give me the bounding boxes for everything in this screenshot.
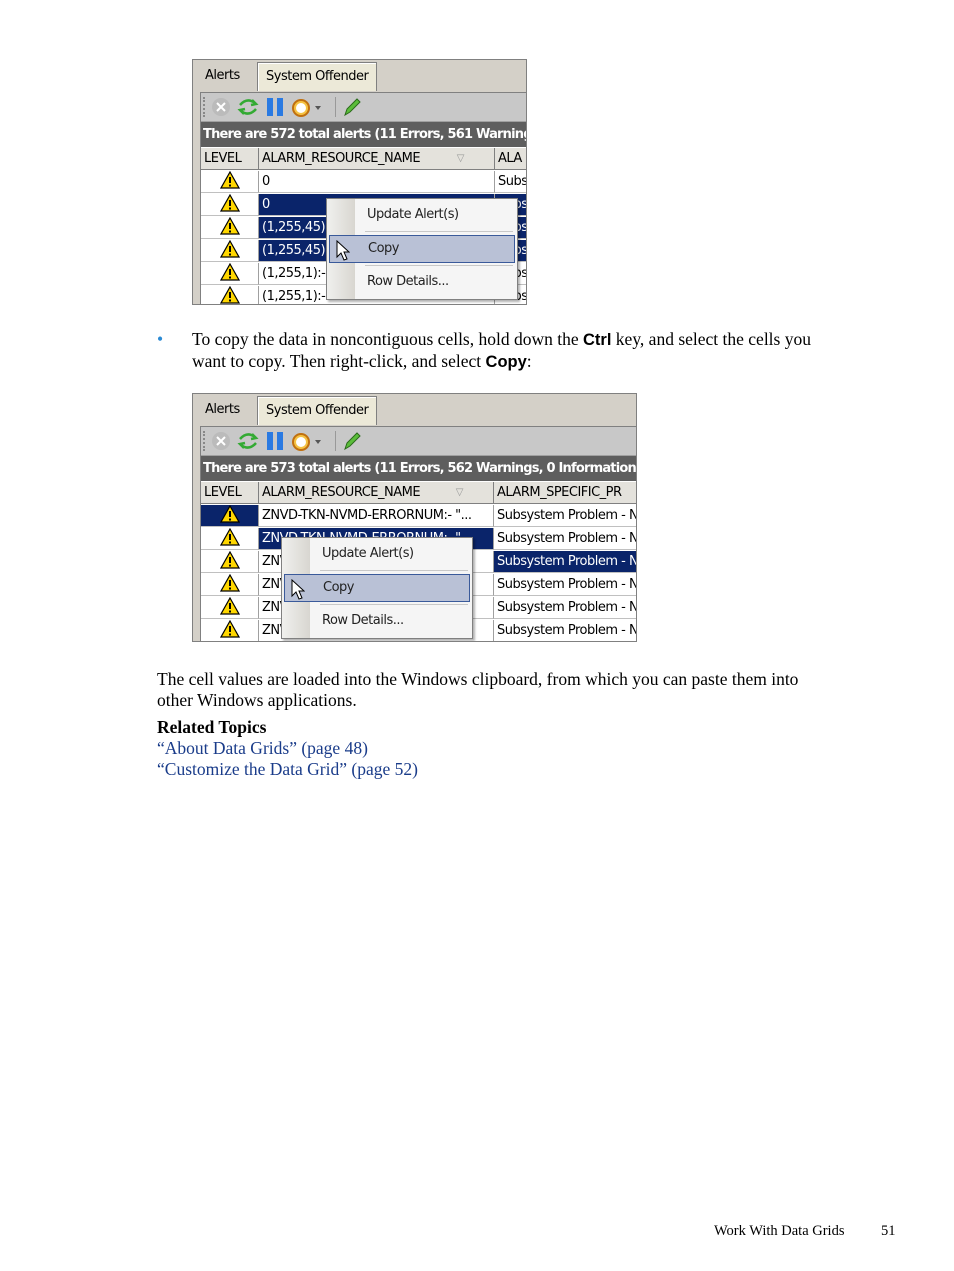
resource-name-cell[interactable]: 0 bbox=[259, 171, 495, 193]
context-menu: Update Alert(s) Copy Row Details... bbox=[281, 537, 473, 639]
level-cell[interactable] bbox=[201, 194, 259, 216]
menu-item-row-details[interactable]: Row Details... bbox=[329, 269, 515, 295]
footer-section: Work With Data Grids bbox=[714, 1223, 845, 1239]
warning-icon bbox=[219, 528, 240, 549]
level-cell[interactable] bbox=[201, 263, 259, 285]
alarm-specific-cell[interactable]: Subsystem Problem - N bbox=[494, 574, 636, 596]
tab-system-offender[interactable]: System Offender bbox=[257, 62, 378, 91]
alarm-clock-icon[interactable] bbox=[291, 431, 323, 451]
table-row[interactable]: ZNVD-TKN-NVMD-ERRORNUM:- "... Subsystem … bbox=[201, 505, 636, 528]
alerts-summary: There are 572 total alerts (11 Errors, 5… bbox=[201, 122, 526, 147]
alarm-specific-cell[interactable]: Subsystem Problem - N bbox=[494, 505, 636, 527]
clear-icon[interactable] bbox=[211, 431, 231, 451]
tab-system-offender[interactable]: System Offender bbox=[257, 396, 378, 425]
resource-name-cell[interactable]: ZNVD-TKN-NVMD-ERRORNUM:- "... bbox=[259, 505, 494, 527]
link-about-data-grids[interactable]: “About Data Grids” (page 48) bbox=[157, 738, 368, 759]
column-header-alarm-resource-name[interactable]: ALARM_RESOURCE_NAME ▽ bbox=[259, 482, 494, 504]
grid-header: LEVEL ALARM_RESOURCE_NAME ▽ ALA bbox=[201, 148, 526, 171]
level-cell[interactable] bbox=[201, 620, 259, 641]
toolbar bbox=[201, 427, 636, 456]
screenshot-alerts-grid-2: Alerts System Offender There are 573 tot… bbox=[192, 393, 637, 642]
menu-item-update-alerts[interactable]: Update Alert(s) bbox=[329, 202, 515, 228]
grip-icon bbox=[203, 97, 209, 117]
warning-icon bbox=[219, 574, 240, 595]
clear-icon[interactable] bbox=[211, 97, 231, 117]
column-header-alarm-specific[interactable]: ALARM_SPECIFIC_PR bbox=[494, 482, 636, 504]
alarm-specific-cell[interactable]: Subs bbox=[495, 171, 526, 193]
level-cell[interactable] bbox=[201, 597, 259, 619]
sort-icon: ▽ bbox=[455, 487, 464, 498]
document-page: Alerts System Offender There are 572 tot… bbox=[0, 0, 954, 1271]
menu-item-row-details[interactable]: Row Details... bbox=[284, 608, 470, 634]
alerts-summary: There are 573 total alerts (11 Errors, 5… bbox=[201, 456, 636, 481]
alarm-specific-cell[interactable]: Subsystem Problem - N bbox=[494, 620, 636, 641]
link-customize-data-grid[interactable]: “Customize the Data Grid” (page 52) bbox=[157, 759, 418, 780]
edit-pencil-icon[interactable] bbox=[335, 431, 362, 451]
menu-item-update-alerts[interactable]: Update Alert(s) bbox=[284, 541, 470, 567]
warning-icon bbox=[219, 505, 240, 526]
warning-icon bbox=[219, 240, 240, 261]
warning-icon bbox=[219, 597, 240, 618]
level-cell[interactable] bbox=[201, 217, 259, 239]
edit-pencil-icon[interactable] bbox=[335, 97, 362, 117]
warning-icon bbox=[219, 217, 240, 238]
tab-alerts[interactable]: Alerts bbox=[197, 396, 248, 424]
tab-alerts[interactable]: Alerts bbox=[197, 62, 248, 90]
table-row[interactable]: 0 Subs bbox=[201, 171, 526, 194]
grid-header: LEVEL ALARM_RESOURCE_NAME ▽ ALARM_SPECIFI… bbox=[201, 482, 636, 505]
alarm-specific-cell[interactable]: Subsystem Problem - N bbox=[494, 597, 636, 619]
warning-icon bbox=[219, 551, 240, 572]
menu-item-copy[interactable]: Copy bbox=[329, 235, 515, 263]
alarm-specific-cell[interactable]: Subsystem Problem - N bbox=[494, 551, 636, 573]
level-cell[interactable] bbox=[201, 286, 259, 304]
refresh-icon[interactable] bbox=[237, 97, 259, 117]
pause-icon[interactable] bbox=[265, 431, 285, 451]
column-header-level[interactable]: LEVEL bbox=[201, 148, 259, 170]
menu-separator bbox=[365, 231, 513, 232]
grip-icon bbox=[203, 431, 209, 451]
warning-icon bbox=[219, 171, 240, 192]
column-header-alarm-specific[interactable]: ALA bbox=[495, 148, 526, 170]
ctrl-key: Ctrl bbox=[583, 331, 612, 349]
column-header-level[interactable]: LEVEL bbox=[201, 482, 259, 504]
menu-item-copy[interactable]: Copy bbox=[284, 574, 470, 602]
pause-icon[interactable] bbox=[265, 97, 285, 117]
bullet-icon: • bbox=[157, 329, 164, 349]
screenshot-alerts-grid-1: Alerts System Offender There are 572 tot… bbox=[192, 59, 527, 305]
warning-icon bbox=[219, 620, 240, 641]
copy-term: Copy bbox=[485, 353, 527, 371]
paragraph-clipboard: The cell values are loaded into the Wind… bbox=[157, 669, 799, 710]
warning-icon bbox=[219, 194, 240, 215]
menu-separator bbox=[320, 570, 468, 571]
level-cell[interactable] bbox=[201, 574, 259, 596]
alarm-specific-cell[interactable]: Subsystem Problem - N bbox=[494, 528, 636, 550]
refresh-icon[interactable] bbox=[237, 431, 259, 451]
context-menu: Update Alert(s) Copy Row Details... bbox=[326, 198, 518, 300]
footer-page-number: 51 bbox=[881, 1223, 896, 1239]
toolbar bbox=[201, 93, 526, 122]
bullet-text: To copy the data in noncontiguous cells,… bbox=[192, 329, 811, 371]
level-cell[interactable] bbox=[201, 240, 259, 262]
warning-icon bbox=[219, 286, 240, 304]
column-header-alarm-resource-name[interactable]: ALARM_RESOURCE_NAME ▽ bbox=[259, 148, 495, 170]
menu-separator bbox=[320, 604, 468, 605]
level-cell[interactable] bbox=[201, 505, 259, 527]
mouse-pointer-icon bbox=[291, 578, 306, 605]
sort-icon: ▽ bbox=[456, 153, 465, 164]
related-topics-heading: Related Topics bbox=[157, 717, 267, 737]
level-cell[interactable] bbox=[201, 551, 259, 573]
level-cell[interactable] bbox=[201, 528, 259, 550]
menu-separator bbox=[365, 265, 513, 266]
level-cell[interactable] bbox=[201, 171, 259, 193]
mouse-pointer-icon bbox=[336, 239, 351, 266]
warning-icon bbox=[219, 263, 240, 284]
alarm-clock-icon[interactable] bbox=[291, 97, 323, 117]
